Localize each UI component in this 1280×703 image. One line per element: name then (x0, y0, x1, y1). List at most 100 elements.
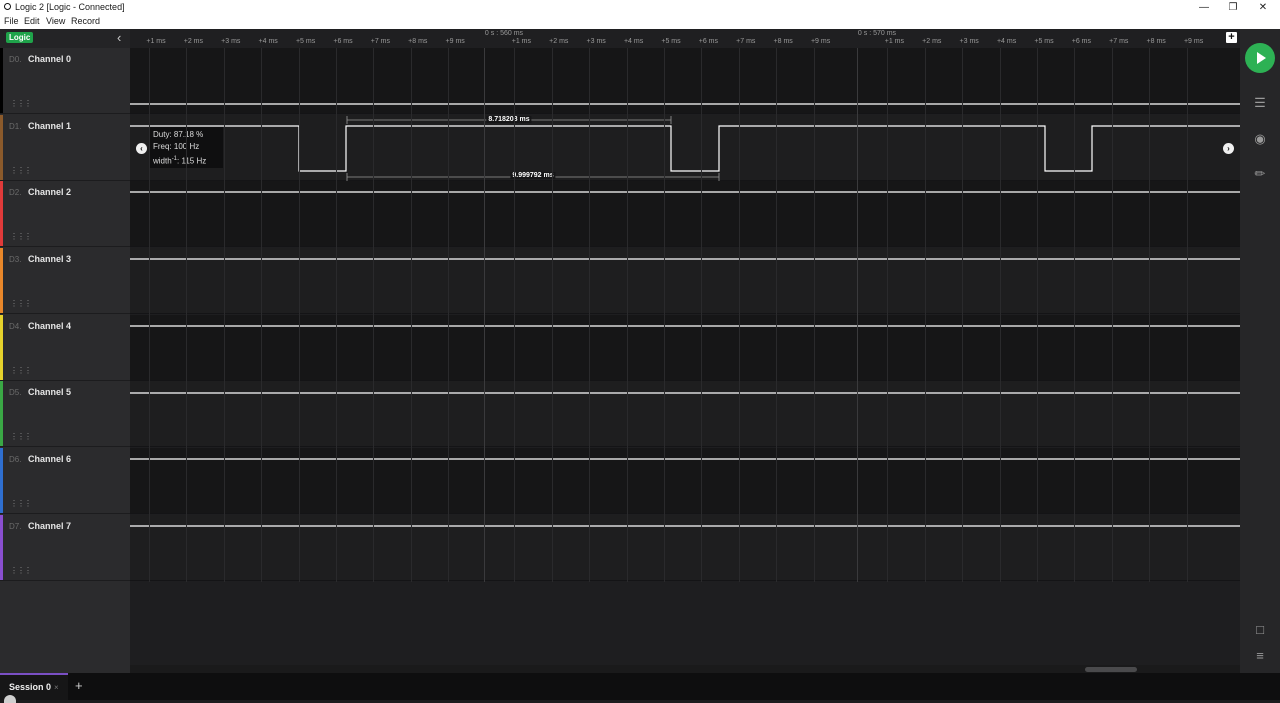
period-label: 9.999792 ms (510, 172, 556, 179)
grid-line (223, 48, 225, 582)
channel-id: D7. (9, 522, 22, 531)
ruler-icon[interactable]: ✏ (1252, 166, 1268, 182)
channel-color-1 (0, 115, 3, 180)
channel-id: D6. (9, 455, 22, 464)
grid-line (589, 48, 591, 582)
grid-line-major (857, 48, 858, 582)
grid-line (1074, 48, 1076, 582)
drag-handle-icon[interactable]: ⋮⋮⋮ (10, 432, 32, 441)
grid-line (373, 48, 375, 582)
drag-handle-icon[interactable]: ⋮⋮⋮ (10, 299, 32, 308)
menu-edit[interactable]: Edit (24, 16, 40, 26)
window-title: Logic 2 [Logic - Connected] (15, 2, 125, 12)
drag-handle-icon[interactable]: ⋮⋮⋮ (10, 99, 32, 108)
channel-color-6 (0, 448, 3, 513)
grid-line (738, 48, 740, 582)
channel-name[interactable]: Channel 1 (28, 121, 71, 131)
grid-line (962, 48, 964, 582)
grid-line (410, 48, 412, 582)
grid-line (813, 48, 815, 582)
grid-line (776, 48, 778, 582)
channel-row-6[interactable]: D6. Channel 6 ⋮⋮⋮ (0, 448, 130, 514)
channel-row-7[interactable]: D7. Channel 7 ⋮⋮⋮ (0, 515, 130, 581)
channel-row-3[interactable]: D3. Channel 3 ⋮⋮⋮ (0, 248, 130, 314)
hamburger-icon[interactable]: ≡ (1252, 648, 1268, 664)
channel-row-4[interactable]: D4. Channel 4 ⋮⋮⋮ (0, 315, 130, 381)
play-icon[interactable] (1245, 43, 1275, 73)
device-badge[interactable]: Logic (6, 32, 34, 43)
horizontal-scrollbar[interactable] (130, 665, 1240, 673)
grid-line (664, 48, 665, 582)
channel-name[interactable]: Channel 7 (28, 521, 71, 531)
channel-name[interactable]: Channel 4 (28, 321, 71, 331)
grid-line (514, 48, 516, 582)
menu-file[interactable]: File (4, 16, 19, 26)
channel-row-1[interactable]: D1. Channel 1 ⋮⋮⋮ (0, 115, 130, 181)
right-toolbar: ☰ ◉ ✏ □ ≡ (1240, 29, 1280, 673)
channel-id: D0. (9, 55, 22, 64)
channel-id: D4. (9, 322, 22, 331)
drag-handle-icon[interactable]: ⋮⋮⋮ (10, 166, 32, 175)
grid-line (448, 48, 450, 582)
channel-name[interactable]: Channel 0 (28, 54, 71, 64)
channel-color-4 (0, 315, 3, 380)
next-edge-icon[interactable]: › (1223, 143, 1234, 154)
grid-line (551, 48, 553, 582)
sliders-icon[interactable]: ☰ (1252, 95, 1268, 111)
grid-line (336, 48, 337, 582)
channel-id: D2. (9, 188, 22, 197)
channel-color-7 (0, 515, 3, 580)
drag-handle-icon[interactable]: ⋮⋮⋮ (10, 566, 32, 575)
channel-id: D5. (9, 388, 22, 397)
channel-name[interactable]: Channel 2 (28, 187, 71, 197)
grid-line (298, 48, 300, 582)
title-bar: Logic 2 [Logic - Connected] — ❐ ✕ (0, 0, 1280, 15)
menu-view[interactable]: View (46, 16, 65, 26)
channel-id: D3. (9, 255, 22, 264)
close-button[interactable]: ✕ (1247, 0, 1279, 15)
grid-line (887, 48, 889, 582)
drag-handle-icon[interactable]: ⋮⋮⋮ (10, 232, 32, 241)
high-width-label: 8.718208 ms (486, 116, 532, 123)
drag-handle-icon[interactable]: ⋮⋮⋮ (10, 366, 32, 375)
channel-name[interactable]: Channel 5 (28, 387, 71, 397)
waveform-icon[interactable]: ◉ (1252, 131, 1268, 147)
scrollbar-thumb[interactable] (1085, 667, 1137, 672)
app-logo-icon (4, 3, 11, 10)
close-tab-icon[interactable]: × (54, 683, 59, 692)
channel-id: D1. (9, 122, 22, 131)
grid-line (186, 48, 188, 582)
drag-handle-icon[interactable]: ⋮⋮⋮ (10, 499, 32, 508)
grid-line-major (484, 48, 485, 582)
grid-line (626, 48, 628, 582)
grid-line (149, 48, 150, 582)
grid-line (924, 48, 926, 582)
minimize-button[interactable]: — (1188, 0, 1220, 15)
channel-name[interactable]: Channel 3 (28, 254, 71, 264)
channel-name[interactable]: Channel 6 (28, 454, 71, 464)
grid-line (261, 48, 263, 582)
grid-line (999, 48, 1001, 582)
comment-icon[interactable]: □ (1252, 622, 1268, 638)
session-tab-label[interactable]: Session 0 (9, 682, 51, 692)
grid-line (1111, 48, 1113, 582)
channel-color-0 (0, 48, 3, 113)
waveform-view[interactable]: +1 ms +2 ms +3 ms +4 ms +5 ms +6 ms +7 ms +8 ms… (130, 29, 1240, 673)
status-indicator (4, 695, 16, 703)
channel-color-3 (0, 248, 3, 313)
grid-line (1037, 48, 1038, 582)
previous-edge-icon[interactable]: ‹ (136, 143, 147, 154)
maximize-button[interactable]: ❐ (1217, 0, 1249, 15)
grid-line (1186, 48, 1188, 582)
channel-sidebar: Logic ‹ D0. Channel 0 ⋮⋮⋮ D1. Channel 1 … (0, 29, 130, 673)
sidebar-header: Logic ‹ (0, 29, 130, 48)
grid-line (701, 48, 703, 582)
channel-row-2[interactable]: D2. Channel 2 ⋮⋮⋮ (0, 181, 130, 247)
channel-color-5 (0, 381, 3, 446)
grid-line (1149, 48, 1151, 582)
channel-row-0[interactable]: D0. Channel 0 ⋮⋮⋮ (0, 48, 130, 114)
menu-record[interactable]: Record (71, 16, 100, 26)
chevron-left-icon[interactable]: ‹ (117, 30, 121, 45)
channel-row-5[interactable]: D5. Channel 5 ⋮⋮⋮ (0, 381, 130, 447)
new-session-button[interactable]: + (75, 678, 83, 693)
